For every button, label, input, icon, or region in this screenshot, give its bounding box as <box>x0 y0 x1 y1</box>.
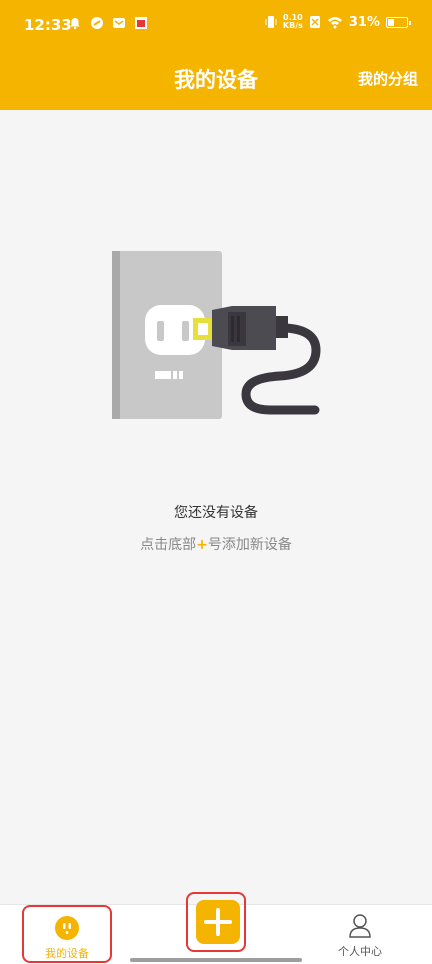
app-bar: 我的设备 我的分组 <box>0 50 432 110</box>
empty-state-hint: 点击底部+号添加新设备 <box>0 534 432 554</box>
empty-state-title: 您还没有设备 <box>174 505 258 521</box>
battery-percent: 31% <box>348 14 380 30</box>
status-bar: 12:33 0.10 KB/s 31% <box>0 0 432 50</box>
mail-icon <box>113 18 125 28</box>
sim-off-icon <box>309 16 320 28</box>
person-icon <box>349 914 371 938</box>
plus-icon <box>196 900 240 944</box>
home-indicator[interactable] <box>130 958 302 962</box>
my-groups-button[interactable]: 我的分组 <box>358 68 418 89</box>
vibrate-icon <box>265 16 277 28</box>
battery-icon <box>386 16 411 28</box>
status-indicators: 0.10 KB/s 31% <box>265 14 411 30</box>
app-notification-icon <box>91 17 103 29</box>
add-device-button[interactable] <box>186 892 246 952</box>
calendar-icon <box>135 17 147 29</box>
tab-profile[interactable]: 个人中心 <box>310 905 410 964</box>
socket-icon <box>55 916 79 940</box>
network-speed: 0.10 KB/s <box>283 14 303 30</box>
tab-my-devices[interactable]: 我的设备 <box>22 905 112 963</box>
tab-profile-label: 个人中心 <box>338 945 382 958</box>
bell-icon <box>70 18 80 30</box>
empty-state-hint-prefix: 点击底部 <box>140 537 197 553</box>
wifi-icon <box>327 17 342 29</box>
empty-state-hint-suffix: 号添加新设备 <box>207 537 292 553</box>
tab-my-devices-label: 我的设备 <box>45 947 89 960</box>
device-list-area: 您还没有设备 点击底部+号添加新设备 <box>0 110 432 904</box>
notification-icons <box>68 16 148 30</box>
status-time: 12:33 <box>24 16 72 34</box>
empty-state-hint-plus: + <box>196 537 208 553</box>
power-outlet-illustration <box>112 251 321 419</box>
network-speed-unit: KB/s <box>282 21 303 30</box>
